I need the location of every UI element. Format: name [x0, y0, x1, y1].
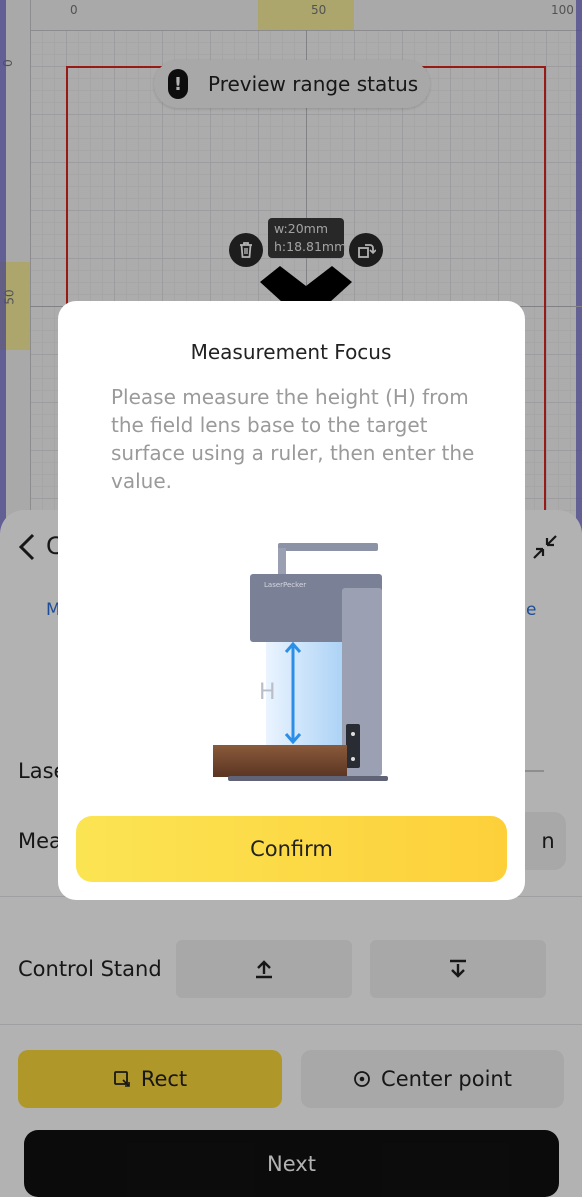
device-height-illustration	[213, 543, 388, 781]
dialog-title: Measurement Focus	[190, 340, 392, 364]
dialog-description: Please measure the height (H) from the f…	[111, 385, 475, 493]
confirm-label: Confirm	[250, 837, 333, 861]
device-brand-text: LaserPecker	[264, 581, 307, 589]
height-marker: H	[259, 680, 276, 705]
confirm-button[interactable]: Confirm	[76, 816, 507, 882]
